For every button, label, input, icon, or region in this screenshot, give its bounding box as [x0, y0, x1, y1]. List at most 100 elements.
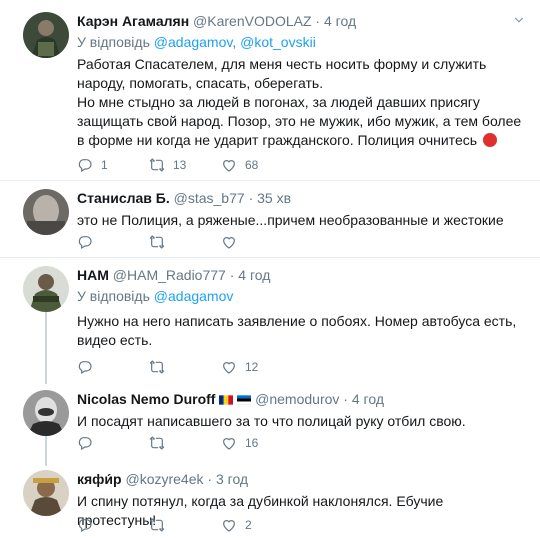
reply-mention[interactable]: @adagamov [154, 288, 234, 304]
retweet-button[interactable]: 13 [149, 157, 221, 173]
reply-icon [77, 435, 93, 451]
chevron-down-icon[interactable] [512, 13, 526, 27]
separator-dot: · [315, 13, 321, 29]
tweet-header: Карэн Агамалян @KarenVODOLAZ · 4 год [77, 12, 524, 31]
timestamp[interactable]: 4 год [352, 391, 384, 407]
tweet-paragraph-text: Но мне стыдно за людей в погонах, за люд… [77, 94, 522, 148]
timestamp[interactable]: 4 год [324, 13, 356, 29]
retweet-icon [149, 517, 165, 533]
tweet-actions: 12 [77, 358, 293, 376]
tweet-text: это не Полиция, а ряженые...причем необр… [77, 211, 524, 230]
avatar[interactable] [23, 390, 69, 436]
display-name[interactable]: Карэн Агамалян [77, 13, 189, 29]
reply-context: У відповідь @adagamov, @kot_ovskii [77, 34, 316, 50]
tweet-paragraph: Работая Спасателем, для меня честь носит… [77, 56, 487, 91]
separator-dot: · [343, 391, 348, 407]
tweet[interactable]: Станислав Б. @stas_b77 · 35 хв это не По… [0, 181, 540, 257]
reply-count: 1 [101, 158, 108, 172]
retweet-icon [149, 435, 165, 451]
reply-icon [77, 517, 93, 533]
like-count: 16 [245, 436, 259, 450]
retweet-icon [149, 157, 165, 173]
reply-mention[interactable]: @kot_ovskii [240, 34, 316, 50]
user-handle[interactable]: @HAM_Radio777 [113, 267, 226, 283]
tweet[interactable]: Карэн Агамалян @KarenVODOLAZ · 4 год У в… [0, 0, 540, 188]
separator-dot: · [248, 190, 254, 206]
reply-icon [77, 359, 93, 375]
tweet-text: Работая Спасателем, для меня честь носит… [77, 55, 524, 150]
romania-flag-icon [219, 395, 234, 405]
tweet-paragraph: это не Полиция, а ряженые...причем необр… [77, 212, 504, 228]
tweet-feed: Карэн Агамалян @KarenVODOLAZ · 4 год У в… [0, 0, 540, 538]
tweet-paragraph: Нужно на него написать заявление о побоя… [77, 313, 517, 348]
estonia-flag-icon [237, 395, 252, 405]
reply-button[interactable] [77, 435, 149, 451]
like-count: 2 [245, 518, 252, 532]
tweet-paragraph: И посадят написавшего за то что полицай … [77, 413, 466, 429]
tweet-header: кяфи́р @kozyre4ek · 3 год [77, 470, 524, 489]
tweet[interactable]: Nicolas Nemo Duroff @nemodurov · 4 год И… [0, 384, 540, 466]
heart-icon [221, 234, 237, 250]
tweet-actions: 16 [77, 434, 293, 452]
display-name[interactable]: кяфи́р [77, 471, 122, 487]
reply-prefix: У відповідь [77, 34, 150, 50]
retweet-count: 13 [173, 158, 187, 172]
tweet-actions [77, 233, 293, 251]
user-handle[interactable]: @stas_b77 [174, 190, 245, 206]
separator-dot: · [207, 471, 213, 487]
retweet-icon [149, 359, 165, 375]
user-handle[interactable]: @kozyre4ek [125, 471, 203, 487]
heart-icon [221, 157, 237, 173]
retweet-button[interactable] [149, 517, 221, 533]
tweet-header: НАМ @HAM_Radio777 · 4 год [77, 266, 524, 285]
reply-mention[interactable]: @adagamov [154, 34, 233, 50]
timestamp[interactable]: 4 год [238, 267, 270, 283]
tweet-header: Станислав Б. @stas_b77 · 35 хв [77, 189, 524, 208]
like-button[interactable]: 68 [221, 157, 293, 173]
user-handle[interactable]: @nemodurov [255, 391, 339, 407]
avatar[interactable] [23, 266, 69, 312]
reply-button[interactable] [77, 517, 149, 533]
avatar[interactable] [23, 470, 69, 516]
like-count: 12 [245, 360, 259, 374]
tweet-header: Nicolas Nemo Duroff @nemodurov · 4 год [77, 390, 524, 409]
heart-icon [221, 359, 237, 375]
display-name[interactable]: Станислав Б. [77, 190, 170, 206]
reply-context: У відповідь @adagamov [77, 287, 524, 306]
tweet-text: И посадят написавшего за то что полицай … [77, 412, 524, 431]
avatar[interactable] [23, 12, 69, 58]
avatar[interactable] [23, 189, 69, 235]
like-button[interactable]: 12 [221, 359, 293, 375]
reply-icon [77, 157, 93, 173]
like-button[interactable]: 16 [221, 435, 293, 451]
thread-line [45, 312, 47, 384]
like-button[interactable] [221, 234, 293, 250]
reply-icon [77, 234, 93, 250]
retweet-button[interactable] [149, 234, 221, 250]
like-count: 68 [245, 158, 259, 172]
timestamp[interactable]: 3 год [216, 471, 248, 487]
tweet-actions: 1 13 68 [77, 156, 293, 174]
user-handle[interactable]: @KarenVODOLAZ [193, 13, 311, 29]
separator-dot: · [229, 267, 235, 283]
like-button[interactable]: 2 [221, 517, 293, 533]
angry-face-emoji-icon [482, 133, 497, 147]
heart-icon [221, 435, 237, 451]
tweet[interactable]: НАМ @HAM_Radio777 · 4 год У відповідь @a… [0, 258, 540, 384]
tweet-text: Нужно на него написать заявление о побоя… [77, 312, 524, 350]
display-name[interactable]: Nicolas Nemo Duroff [77, 391, 215, 407]
timestamp[interactable]: 35 хв [257, 190, 291, 206]
display-name[interactable]: НАМ [77, 267, 109, 283]
retweet-button[interactable] [149, 435, 221, 451]
tweet-actions: 2 [77, 516, 293, 534]
reply-prefix: У відповідь [77, 288, 150, 304]
thread-line [45, 436, 47, 466]
retweet-icon [149, 234, 165, 250]
retweet-button[interactable] [149, 359, 221, 375]
tweet[interactable]: кяфи́р @kozyre4ek · 3 год И спину потяну… [0, 464, 540, 538]
reply-button[interactable]: 1 [77, 157, 149, 173]
reply-button[interactable] [77, 234, 149, 250]
tweet-paragraph: Но мне стыдно за людей в погонах, за люд… [77, 93, 524, 150]
heart-icon [221, 517, 237, 533]
reply-button[interactable] [77, 359, 149, 375]
